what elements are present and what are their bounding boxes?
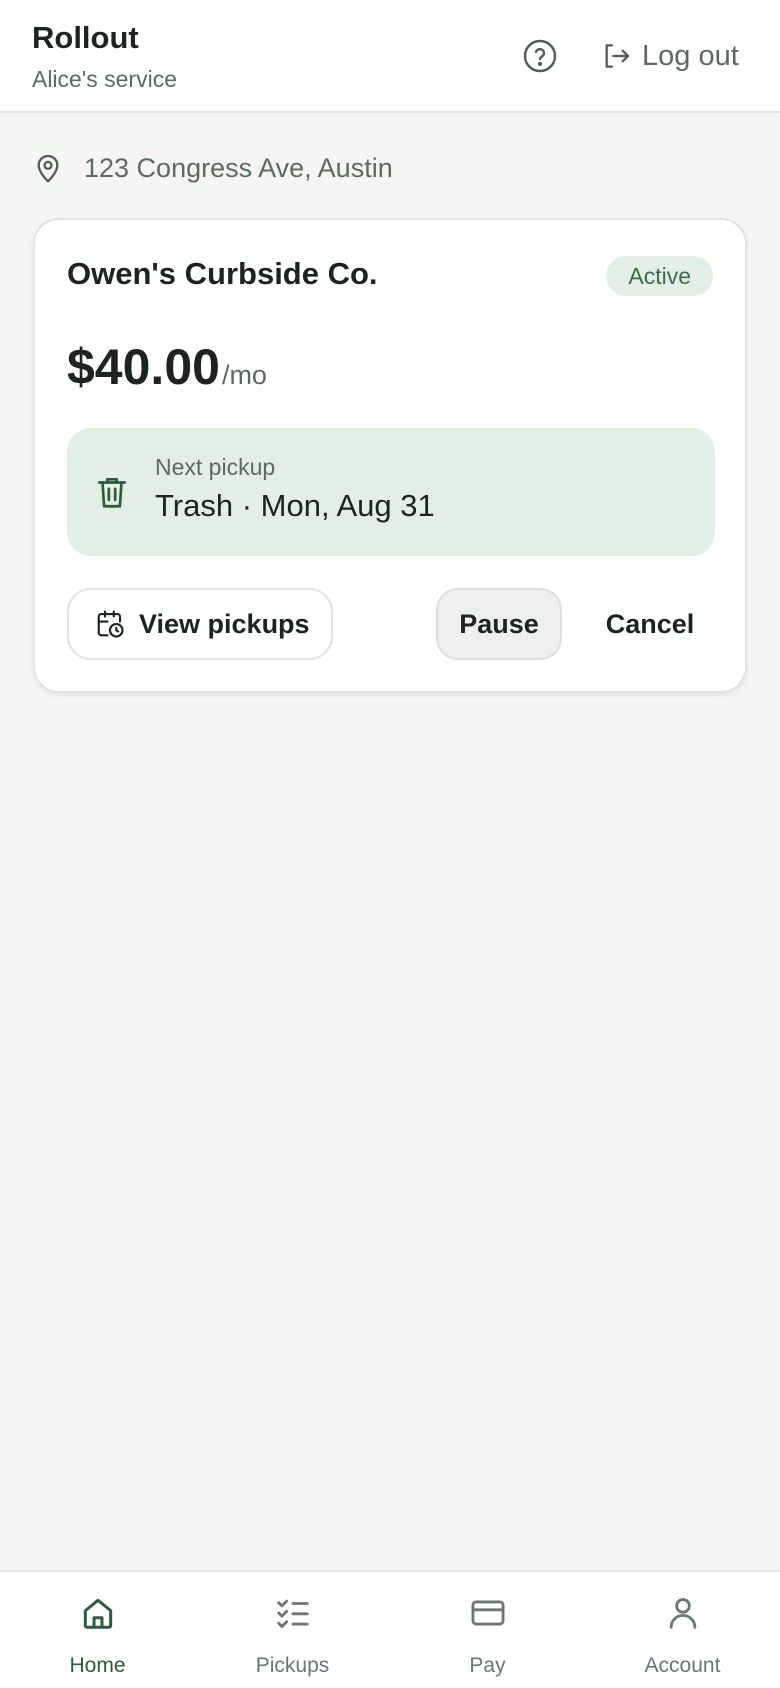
view-pickups-button[interactable]: View pickups: [67, 588, 333, 660]
provider-name: Owen's Curbside Co.: [67, 256, 378, 291]
checklist-icon: [277, 1599, 309, 1628]
price-row: $40.00 /mo: [67, 338, 267, 396]
price-period: /mo: [221, 360, 267, 390]
app-title: Rollout: [32, 20, 139, 55]
subscription-card: Owen's Curbside Co. Active $40.00 /mo Ne…: [33, 218, 747, 693]
calendar-clock-icon: [97, 610, 124, 638]
next-pickup-label: Next pickup: [155, 454, 276, 480]
card-icon: [471, 1600, 505, 1626]
app-header: Rollout Alice's service Log out: [0, 0, 780, 113]
status-badge: Active: [606, 256, 713, 296]
tab-account[interactable]: Account: [585, 1572, 780, 1688]
trash-icon: [97, 477, 127, 508]
logout-label: Log out: [642, 39, 739, 72]
tab-account-label: Account: [644, 1654, 721, 1677]
tab-home-label: Home: [69, 1654, 126, 1677]
service-address: 123 Congress Ave, Austin: [32, 148, 393, 188]
help-circle-icon: [523, 39, 557, 73]
next-pickup-panel: Next pickup Trash · Mon, Aug 31: [67, 428, 715, 556]
cancel-button[interactable]: Cancel: [585, 588, 715, 660]
pause-button[interactable]: Pause: [436, 588, 562, 660]
next-pickup-value: Trash · Mon, Aug 31: [155, 488, 435, 523]
map-pin-icon: [37, 154, 59, 183]
view-pickups-label: View pickups: [139, 608, 310, 639]
home-icon: [83, 1598, 113, 1629]
tab-pickups-label: Pickups: [255, 1654, 330, 1677]
tab-pickups[interactable]: Pickups: [195, 1572, 390, 1688]
tab-home[interactable]: Home: [0, 1572, 195, 1688]
user-icon: [669, 1598, 697, 1629]
logout-icon: [605, 44, 630, 68]
price-amount: $40.00: [67, 339, 220, 395]
app-subtitle: Alice's service: [32, 66, 177, 92]
help-button[interactable]: [522, 38, 558, 74]
tab-pay-label: Pay: [469, 1654, 506, 1677]
logout-button[interactable]: Log out: [600, 34, 739, 78]
bottom-tab-bar: Home Pickups Pay Account: [0, 1570, 780, 1688]
address-text: 123 Congress Ave, Austin: [84, 152, 393, 183]
tab-pay[interactable]: Pay: [390, 1572, 585, 1688]
